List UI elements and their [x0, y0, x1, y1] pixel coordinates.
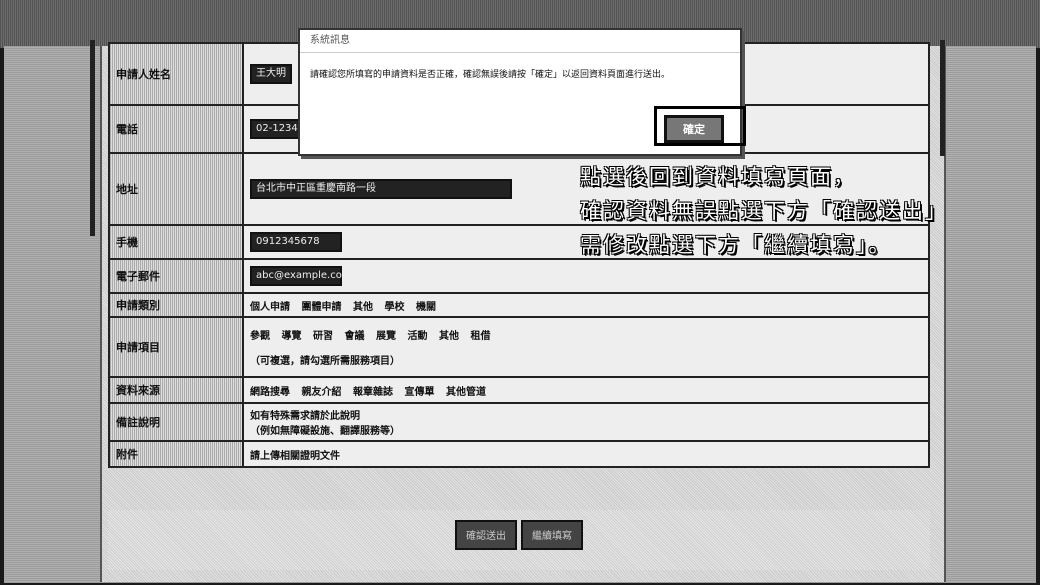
- items-note: （可複選，請勾選所需服務項目）: [250, 356, 400, 367]
- category-option[interactable]: 團體申請: [302, 298, 342, 313]
- label-address: 地址: [108, 152, 244, 226]
- item-option[interactable]: 導覽: [282, 327, 302, 342]
- mobile-input[interactable]: 0912345678: [250, 232, 342, 252]
- left-rule: [90, 40, 95, 236]
- source-option[interactable]: 其他管道: [446, 383, 486, 398]
- dialog-title: 系統訊息: [300, 30, 740, 53]
- email-input[interactable]: abc@example.com: [250, 266, 352, 286]
- label-mobile: 手機: [108, 224, 244, 260]
- annotation-line-1: 點選後回到資料填寫頁面，: [580, 165, 856, 189]
- label-phone: 電話: [108, 104, 244, 154]
- label-items: 申請項目: [108, 316, 244, 378]
- category-option[interactable]: 機關: [416, 298, 436, 313]
- remarks-text[interactable]: 如有特殊需求請於此說明: [250, 407, 922, 422]
- label-email: 電子郵件: [108, 258, 244, 294]
- button-bar: [108, 510, 930, 570]
- category-option[interactable]: 個人申請: [250, 298, 290, 313]
- name-input[interactable]: 王大明: [250, 64, 292, 84]
- attachment-text[interactable]: 請上傳相關證明文件: [250, 451, 340, 462]
- annotation-line-3: 需修改點選下方「繼續填寫」。: [580, 233, 892, 257]
- label-remarks: 備註說明: [108, 402, 244, 442]
- ok-button-highlight: [654, 106, 746, 146]
- label-source: 資料來源: [108, 376, 244, 404]
- item-option[interactable]: 租借: [471, 327, 491, 342]
- address-input[interactable]: 台北市中正區重慶南路一段: [250, 179, 512, 199]
- source-option[interactable]: 宣傳單: [405, 383, 435, 398]
- form-row-attachment: 附件 請上傳相關證明文件: [108, 440, 930, 468]
- form-row-source: 資料來源 網路搜尋 親友介紹 報章雜誌 宣傳單 其他管道: [108, 376, 930, 404]
- source-option[interactable]: 報章雜誌: [353, 383, 393, 398]
- item-option[interactable]: 參觀: [250, 327, 270, 342]
- category-option[interactable]: 其他: [353, 298, 373, 313]
- item-option[interactable]: 展覽: [376, 327, 396, 342]
- source-option[interactable]: 網路搜尋: [250, 383, 290, 398]
- instruction-annotation: 點選後回到資料填寫頁面， 確認資料無誤點選下方「確認送出」 需修改點選下方「繼續…: [580, 160, 1020, 262]
- item-option[interactable]: 會議: [345, 327, 365, 342]
- source-option[interactable]: 親友介紹: [302, 383, 342, 398]
- right-rule: [940, 40, 945, 156]
- form-row-category: 申請類別 個人申請 團體申請 其他 學校 機關: [108, 292, 930, 318]
- form-row-remarks: 備註說明 如有特殊需求請於此說明 （例如無障礙設施、翻譯服務等）: [108, 402, 930, 442]
- category-option[interactable]: 學校: [385, 298, 405, 313]
- confirm-submit-button[interactable]: 確認送出: [455, 520, 517, 550]
- remarks-text-2: （例如無障礙設施、翻譯服務等）: [250, 426, 400, 437]
- form-row-items: 申請項目 參觀 導覽 研習 會議 展覽 活動 其他 租借 （可複選，請勾選所需服…: [108, 316, 930, 378]
- item-option[interactable]: 活動: [408, 327, 428, 342]
- label-attachment: 附件: [108, 440, 244, 468]
- label-category: 申請類別: [108, 292, 244, 318]
- annotation-line-2: 確認資料無誤點選下方「確認送出」: [580, 199, 948, 223]
- item-option[interactable]: 其他: [439, 327, 459, 342]
- continue-editing-button[interactable]: 繼續填寫: [521, 520, 583, 550]
- form-row-email: 電子郵件 abc@example.com: [108, 258, 930, 294]
- dialog-message: 請確認您所填寫的申請資料是否正確，確認無誤後請按「確定」以返回資料頁面進行送出。: [310, 70, 671, 80]
- label-name: 申請人姓名: [108, 42, 244, 106]
- item-option[interactable]: 研習: [313, 327, 333, 342]
